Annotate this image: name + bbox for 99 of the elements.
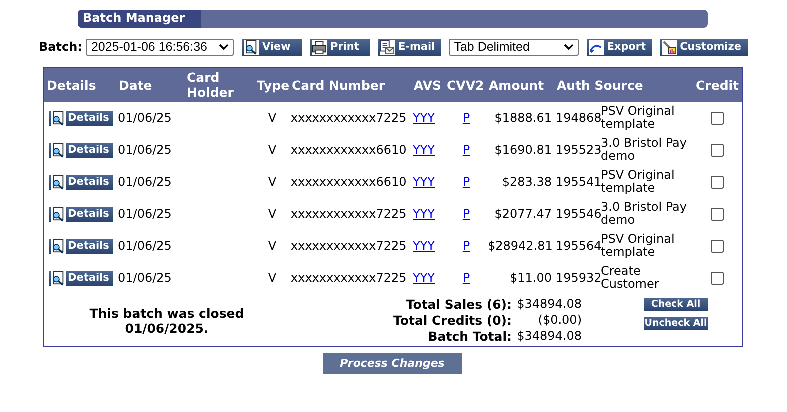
magnifier-page-icon (51, 270, 66, 286)
type-cell: V (268, 175, 277, 189)
source-cell: Create Customer (601, 264, 660, 291)
column-header: AVS (414, 78, 442, 92)
total-label: Batch Total: (427, 328, 512, 344)
amount-cell: $1888.61 (494, 111, 552, 125)
document-envelope-icon (380, 40, 396, 54)
credit-checkbox[interactable] (711, 144, 724, 158)
tools-chart-icon (662, 40, 678, 54)
date-cell: 01/06/25 (118, 175, 172, 189)
avs-link[interactable]: YYY (413, 239, 435, 253)
date-cell: 01/06/25 (118, 271, 172, 285)
avs-link[interactable]: YYY (413, 175, 435, 189)
card-number-cell: xxxxxxxxxxxx7225 (291, 271, 407, 285)
auth-cell: 195932 (556, 271, 602, 285)
details-button[interactable]: Details (49, 270, 114, 286)
cvv2-link[interactable]: P (462, 175, 470, 189)
process-changes-button[interactable]: Process Changes (323, 353, 462, 374)
date-cell: 01/06/25 (118, 239, 172, 253)
card-number-cell: xxxxxxxxxxxx7225 (291, 111, 407, 125)
printer-icon (312, 40, 328, 54)
card-number-cell: xxxxxxxxxxxx7225 (291, 207, 407, 221)
type-cell: V (268, 271, 277, 285)
card-number-cell: xxxxxxxxxxxx7225 (291, 239, 407, 253)
total-value: $34894.08 (516, 297, 583, 311)
card-number-cell: xxxxxxxxxxxx6610 (291, 175, 407, 189)
avs-link[interactable]: YYY (413, 143, 435, 157)
credit-checkbox[interactable] (711, 272, 724, 286)
type-cell: V (268, 111, 277, 125)
customize-button[interactable]: Customize (660, 38, 748, 56)
view-button[interactable]: View (242, 38, 302, 56)
details-button[interactable]: Details (49, 174, 114, 190)
source-cell: PSV Original template (601, 104, 675, 131)
type-cell: V (268, 143, 277, 157)
amount-cell: $1690.81 (494, 143, 552, 157)
credit-checkbox[interactable] (711, 208, 724, 222)
auth-cell: 195546 (556, 207, 602, 221)
batch-select[interactable]: 2025-01-06 16:56:36 (86, 38, 234, 56)
closed-note: This batch was closed 01/06/2025. (88, 306, 246, 336)
source-cell: 3.0 Bristol Pay demo (601, 200, 687, 227)
auth-cell: 195564 (556, 239, 602, 253)
type-cell: V (268, 207, 277, 221)
cvv2-link[interactable]: P (462, 143, 470, 157)
date-cell: 01/06/25 (118, 207, 172, 221)
magnifier-page-icon (244, 40, 260, 54)
cvv2-link[interactable]: P (462, 239, 470, 253)
card-number-cell: xxxxxxxxxxxx6610 (291, 143, 407, 157)
details-button[interactable]: Details (49, 238, 114, 254)
column-header: Type (257, 78, 290, 92)
column-header: Auth Source (557, 78, 644, 92)
credit-checkbox[interactable] (711, 176, 724, 190)
avs-link[interactable]: YYY (413, 271, 435, 285)
print-button[interactable]: Print (310, 38, 370, 56)
total-label: Total Credits (0): (392, 312, 512, 328)
magnifier-page-icon (51, 174, 66, 190)
details-button[interactable]: Details (49, 142, 114, 158)
magnifier-page-icon (51, 142, 66, 158)
auth-cell: 195523 (556, 143, 602, 157)
column-header: Details (47, 78, 96, 92)
page-title: Batch Manager (78, 10, 201, 28)
cvv2-link[interactable]: P (462, 207, 470, 221)
amount-cell: $283.38 (502, 175, 552, 189)
email-button[interactable]: E-mail (378, 38, 442, 56)
auth-cell: 195541 (556, 175, 602, 189)
column-header: Amount (489, 78, 544, 92)
uncheck-all-button[interactable]: Uncheck All (644, 317, 708, 330)
source-cell: PSV Original template (601, 168, 675, 195)
details-button[interactable]: Details (49, 206, 114, 222)
amount-cell: $11.00 (510, 271, 552, 285)
amount-cell: $28942.81 (488, 239, 553, 253)
amount-cell: $2077.47 (494, 207, 552, 221)
cvv2-link[interactable]: P (462, 271, 470, 285)
source-cell: 3.0 Bristol Pay demo (601, 136, 687, 163)
credit-checkbox[interactable] (711, 240, 724, 254)
magnifier-page-icon (51, 110, 66, 126)
export-button[interactable]: Export (587, 38, 652, 56)
magnifier-page-icon (51, 238, 66, 254)
total-value: $34894.08 (516, 329, 583, 343)
cvv2-link[interactable]: P (462, 111, 470, 125)
credit-checkbox[interactable] (711, 112, 724, 126)
total-label: Total Sales (6): (405, 296, 512, 312)
auth-cell: 194868 (556, 111, 602, 125)
column-header: Credit (696, 78, 740, 92)
magnifier-page-icon (51, 206, 66, 222)
column-header: CVV2 (447, 78, 484, 92)
check-all-button[interactable]: Check All (644, 298, 708, 311)
date-cell: 01/06/25 (118, 111, 172, 125)
column-header: Card Holder (187, 70, 234, 100)
format-select[interactable]: Tab Delimited (449, 38, 580, 56)
type-cell: V (268, 239, 277, 253)
column-header: Date (119, 78, 152, 92)
total-value: ($0.00) (537, 313, 583, 327)
avs-link[interactable]: YYY (413, 111, 435, 125)
date-cell: 01/06/25 (118, 143, 172, 157)
details-button[interactable]: Details (49, 110, 114, 126)
batch-label: Batch: (39, 40, 82, 54)
source-cell: PSV Original template (601, 232, 675, 259)
avs-link[interactable]: YYY (413, 207, 435, 221)
column-header: Card Number (292, 78, 386, 92)
